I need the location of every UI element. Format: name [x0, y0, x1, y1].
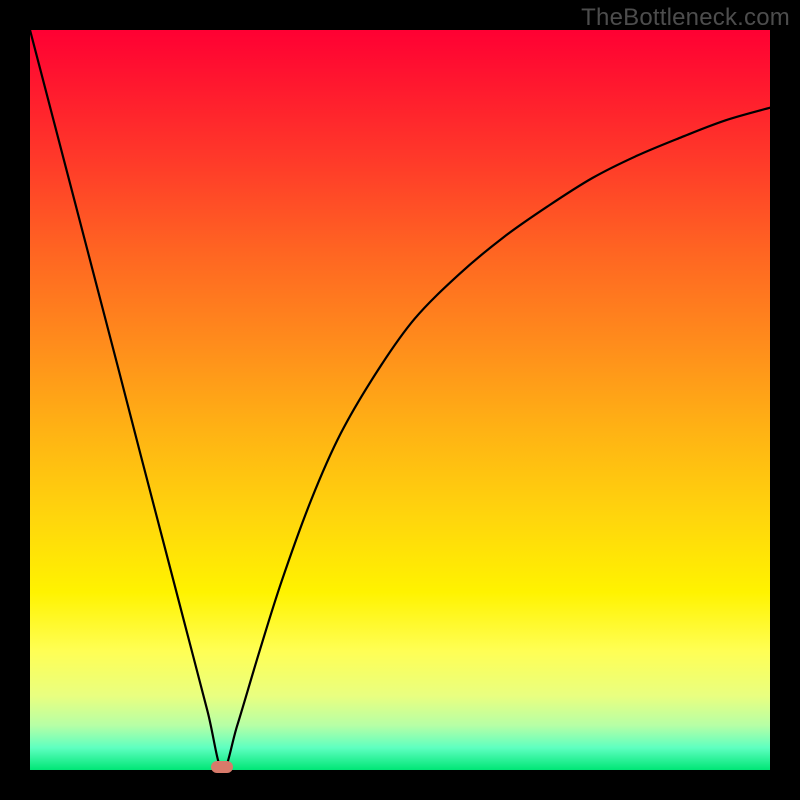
chart-frame: TheBottleneck.com — [0, 0, 800, 800]
plot-area — [30, 30, 770, 770]
watermark-text: TheBottleneck.com — [581, 4, 790, 32]
bottleneck-curve — [30, 30, 770, 770]
minimum-marker — [211, 761, 233, 773]
